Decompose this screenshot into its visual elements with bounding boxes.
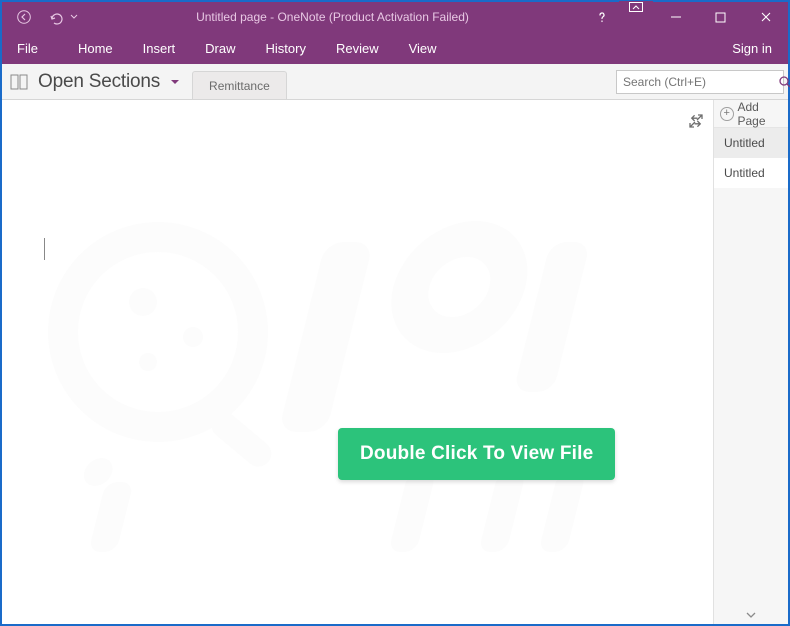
search-box[interactable] (616, 70, 784, 94)
section-tab-remittance[interactable]: Remittance (192, 71, 287, 99)
app-window: Untitled page - OneNote (Product Activat… (0, 0, 790, 626)
ribbon-options-button[interactable] (619, 1, 653, 33)
window-controls (585, 1, 788, 33)
page-item[interactable]: Untitled (714, 128, 788, 158)
title-bar: Untitled page - OneNote (Product Activat… (2, 2, 788, 32)
notebook-icon (10, 74, 28, 90)
content-area: Double Click To View File + Add Page Unt… (2, 100, 788, 624)
full-page-view-icon[interactable] (689, 114, 703, 128)
text-cursor (44, 238, 45, 260)
page-item[interactable]: Untitled (713, 158, 788, 188)
undo-dropdown-icon[interactable] (68, 3, 80, 31)
section-bar: Open Sections Remittance (2, 64, 788, 100)
ribbon-tab-file[interactable]: File (2, 32, 53, 64)
help-button[interactable] (585, 2, 619, 32)
chevron-down-icon[interactable] (170, 76, 182, 88)
title-bar-nav (2, 3, 80, 31)
undo-button[interactable] (42, 3, 70, 31)
sign-in-link[interactable]: Sign in (716, 32, 788, 64)
maximize-button[interactable] (698, 2, 743, 32)
double-click-view-file-button[interactable]: Double Click To View File (338, 428, 615, 480)
search-icon[interactable] (778, 75, 790, 89)
ribbon-tab-review[interactable]: Review (321, 32, 394, 64)
ribbon-spacer (452, 32, 717, 64)
add-page-label: Add Page (738, 100, 789, 128)
minimize-button[interactable] (653, 2, 698, 32)
plus-circle-icon: + (720, 107, 734, 121)
ribbon-tab-view[interactable]: View (394, 32, 452, 64)
notebook-dropdown-label[interactable]: Open Sections (38, 71, 160, 93)
ribbon-tab-history[interactable]: History (251, 32, 321, 64)
search-input[interactable] (623, 75, 778, 89)
window-title: Untitled page - OneNote (Product Activat… (80, 10, 585, 24)
ribbon-tab-insert[interactable]: Insert (128, 32, 191, 64)
note-canvas[interactable]: Double Click To View File (2, 100, 713, 624)
watermark (2, 100, 713, 624)
back-button[interactable] (10, 3, 38, 31)
page-list-pane: + Add Page Untitled Untitled (713, 100, 788, 624)
add-page-button[interactable]: + Add Page (714, 100, 788, 128)
ribbon-tab-draw[interactable]: Draw (190, 32, 250, 64)
ribbon-tab-home[interactable]: Home (63, 32, 128, 64)
scroll-down-icon[interactable] (714, 606, 788, 624)
ribbon: File Home Insert Draw History Review Vie… (2, 32, 788, 64)
close-button[interactable] (743, 2, 788, 32)
